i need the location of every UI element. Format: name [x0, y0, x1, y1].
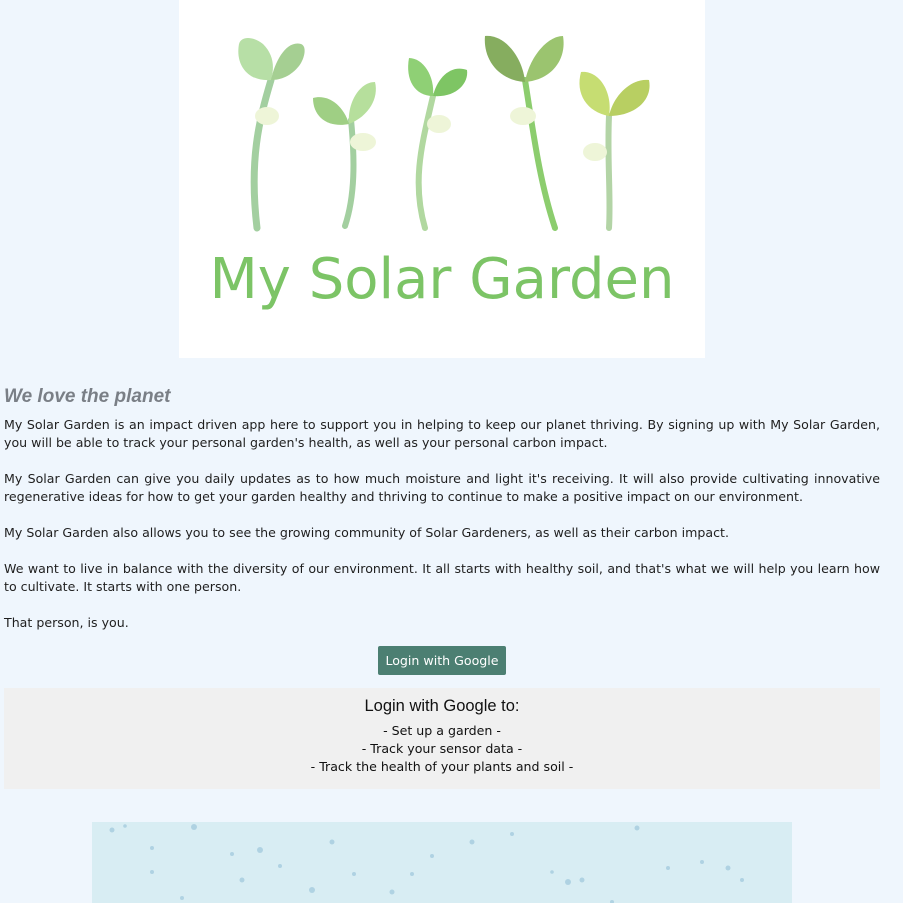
- login-benefits-list: - Set up a garden - - Track your sensor …: [4, 722, 880, 776]
- about-paragraph: We want to live in balance with the dive…: [4, 561, 880, 594]
- seedling-2: [313, 82, 376, 229]
- about-paragraph: My Solar Garden is an impact driven app …: [4, 417, 880, 450]
- decorative-image: [92, 822, 792, 903]
- login-benefits-box: Login with Google to: - Set up a garden …: [4, 688, 880, 789]
- list-item: - Set up a garden -: [383, 723, 501, 738]
- logo-image: My Solar Garden: [179, 0, 705, 358]
- speckle-pattern: [109, 824, 744, 903]
- list-item: - Track the health of your plants and so…: [310, 759, 574, 774]
- about-paragraph: That person, is you.: [4, 615, 129, 630]
- seedling-3: [408, 58, 468, 231]
- seedling-5: [579, 71, 650, 231]
- about-paragraph: My Solar Garden can give you daily updat…: [4, 471, 880, 504]
- seedling-4: [484, 35, 564, 231]
- logo-text: My Solar Garden: [209, 247, 674, 312]
- list-item: - Track your sensor data -: [361, 741, 523, 756]
- section-heading: We love the planet: [4, 386, 171, 407]
- login-with-google-button[interactable]: Login with Google: [378, 646, 506, 675]
- about-paragraph: My Solar Garden also allows you to see t…: [4, 525, 729, 540]
- about-text: My Solar Garden is an impact driven app …: [4, 416, 880, 650]
- login-benefits-title: Login with Google to:: [364, 697, 520, 715]
- seedlings-illustration: My Solar Garden: [209, 35, 675, 312]
- seedling-1: [238, 38, 305, 232]
